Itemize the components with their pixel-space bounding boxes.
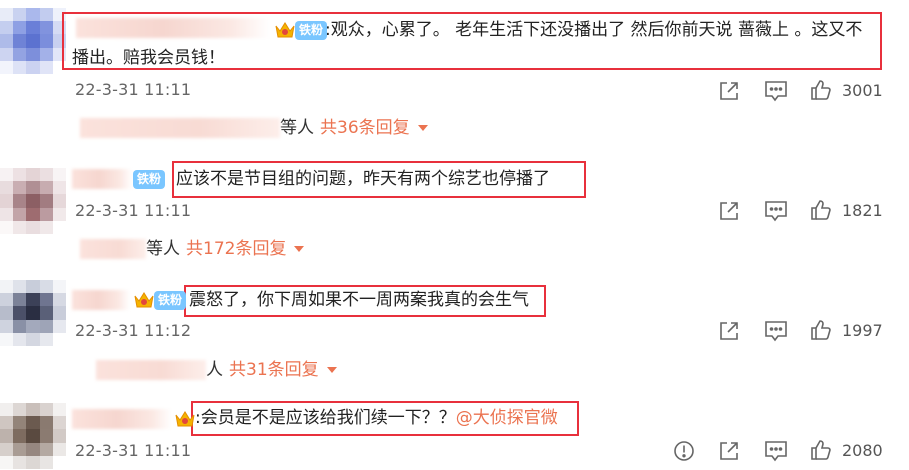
like-button[interactable]: [808, 198, 834, 222]
report-button[interactable]: [671, 439, 697, 463]
reply-users: [80, 239, 146, 259]
like-button[interactable]: [808, 438, 834, 462]
share-icon: [720, 322, 738, 340]
comment-item: :会员是不是应该给我们续一下？？@大侦探官微 22-3-31 11:11 208…: [0, 395, 909, 470]
share-button[interactable]: [716, 199, 742, 223]
chevron-down-icon: [326, 367, 337, 373]
like-icon: [811, 440, 831, 460]
comment-button[interactable]: [763, 79, 789, 103]
username[interactable]: [72, 169, 132, 189]
fan-badge: 铁粉: [133, 170, 166, 189]
comment-icon: [765, 321, 787, 342]
replies-wait: 人: [206, 360, 223, 380]
replies-wait: 等人: [146, 239, 180, 259]
like-count: 1821: [842, 201, 883, 220]
comment-icon: [765, 441, 787, 462]
username[interactable]: [76, 18, 270, 38]
comment-button[interactable]: [763, 439, 789, 463]
chevron-down-icon: [417, 125, 428, 131]
username[interactable]: [72, 290, 130, 310]
replies-link[interactable]: 等人 共36条回复: [80, 116, 428, 140]
fan-badge: 铁粉: [154, 291, 187, 310]
crown-icon: [275, 22, 295, 38]
replies-wait: 等人: [280, 118, 314, 138]
avatar[interactable]: [0, 403, 66, 469]
comment-icon: [765, 81, 787, 102]
avatar[interactable]: [0, 168, 66, 234]
share-button[interactable]: [716, 79, 742, 103]
crown-icon: [134, 292, 154, 308]
username[interactable]: [72, 409, 172, 429]
like-count: 3001: [842, 81, 883, 100]
share-button[interactable]: [716, 319, 742, 343]
comment-text-line2: 播出。赔我会员钱！: [72, 48, 225, 68]
like-button[interactable]: [808, 78, 834, 102]
mention-link[interactable]: @大侦探官微: [456, 408, 558, 428]
like-icon: [811, 80, 831, 100]
comment-text: :观众，心累了。 老年生活下还没播出了 然后你前天说 蔷薇上 。这又不: [325, 17, 862, 43]
fan-badge: 铁粉: [295, 21, 328, 40]
comment-text: 应该不是节目组的问题，昨天有两个综艺也停播了: [176, 166, 550, 192]
reply-users: [80, 118, 280, 138]
like-button[interactable]: [808, 318, 834, 342]
comment-button[interactable]: [763, 199, 789, 223]
like-count: 2080: [842, 441, 883, 460]
replies-link[interactable]: 等人 共172条回复: [80, 237, 305, 261]
avatar[interactable]: [0, 280, 66, 346]
like-icon: [811, 320, 831, 340]
replies-link[interactable]: 人共31条回复: [96, 358, 337, 382]
share-icon: [720, 442, 738, 460]
like-count: 1997: [842, 321, 883, 340]
comment-text-body: 会员是不是应该给我们续一下？？: [200, 408, 456, 428]
comment-icon: [765, 201, 787, 222]
replies-count: 共31条回复: [229, 360, 319, 380]
comment-item: 铁粉 :观众，心累了。 老年生活下还没播出了 然后你前天说 蔷薇上 。这又不 播…: [0, 0, 909, 150]
share-button[interactable]: [716, 439, 742, 463]
avatar[interactable]: [0, 8, 66, 74]
replies-count: 共36条回复: [320, 118, 410, 138]
timestamp: 22-3-31 11:11: [75, 441, 192, 460]
comment-text: :会员是不是应该给我们续一下？？@大侦探官微: [195, 405, 558, 431]
crown-icon: [175, 411, 195, 427]
like-icon: [811, 200, 831, 220]
timestamp: 22-3-31 11:11: [75, 201, 192, 220]
report-icon: [674, 441, 694, 461]
comment-text: 震怒了，你下周如果不一周两案我真的会生气: [189, 287, 529, 313]
share-icon: [720, 82, 738, 100]
reply-users: [96, 360, 206, 380]
replies-count: 共172条回复: [186, 239, 287, 259]
comment-text-body: 应该不是节目组的问题，昨天有两个综艺也停播了: [176, 169, 550, 189]
timestamp: 22-3-31 11:12: [75, 321, 192, 340]
comment-text-body: 震怒了，你下周如果不一周两案我真的会生气: [189, 290, 529, 310]
comment-item: 铁粉 应该不是节目组的问题，昨天有两个综艺也停播了 22-3-31 11:11 …: [0, 150, 909, 265]
comment-button[interactable]: [763, 319, 789, 343]
share-icon: [720, 202, 738, 220]
comment-item: 铁粉 震怒了，你下周如果不一周两案我真的会生气 22-3-31 11:12 19…: [0, 270, 909, 390]
chevron-down-icon: [294, 246, 305, 252]
timestamp: 22-3-31 11:11: [75, 80, 192, 99]
comment-text-line1: 观众，心累了。 老年生活下还没播出了 然后你前天说 蔷薇上 。这又不: [330, 20, 863, 40]
